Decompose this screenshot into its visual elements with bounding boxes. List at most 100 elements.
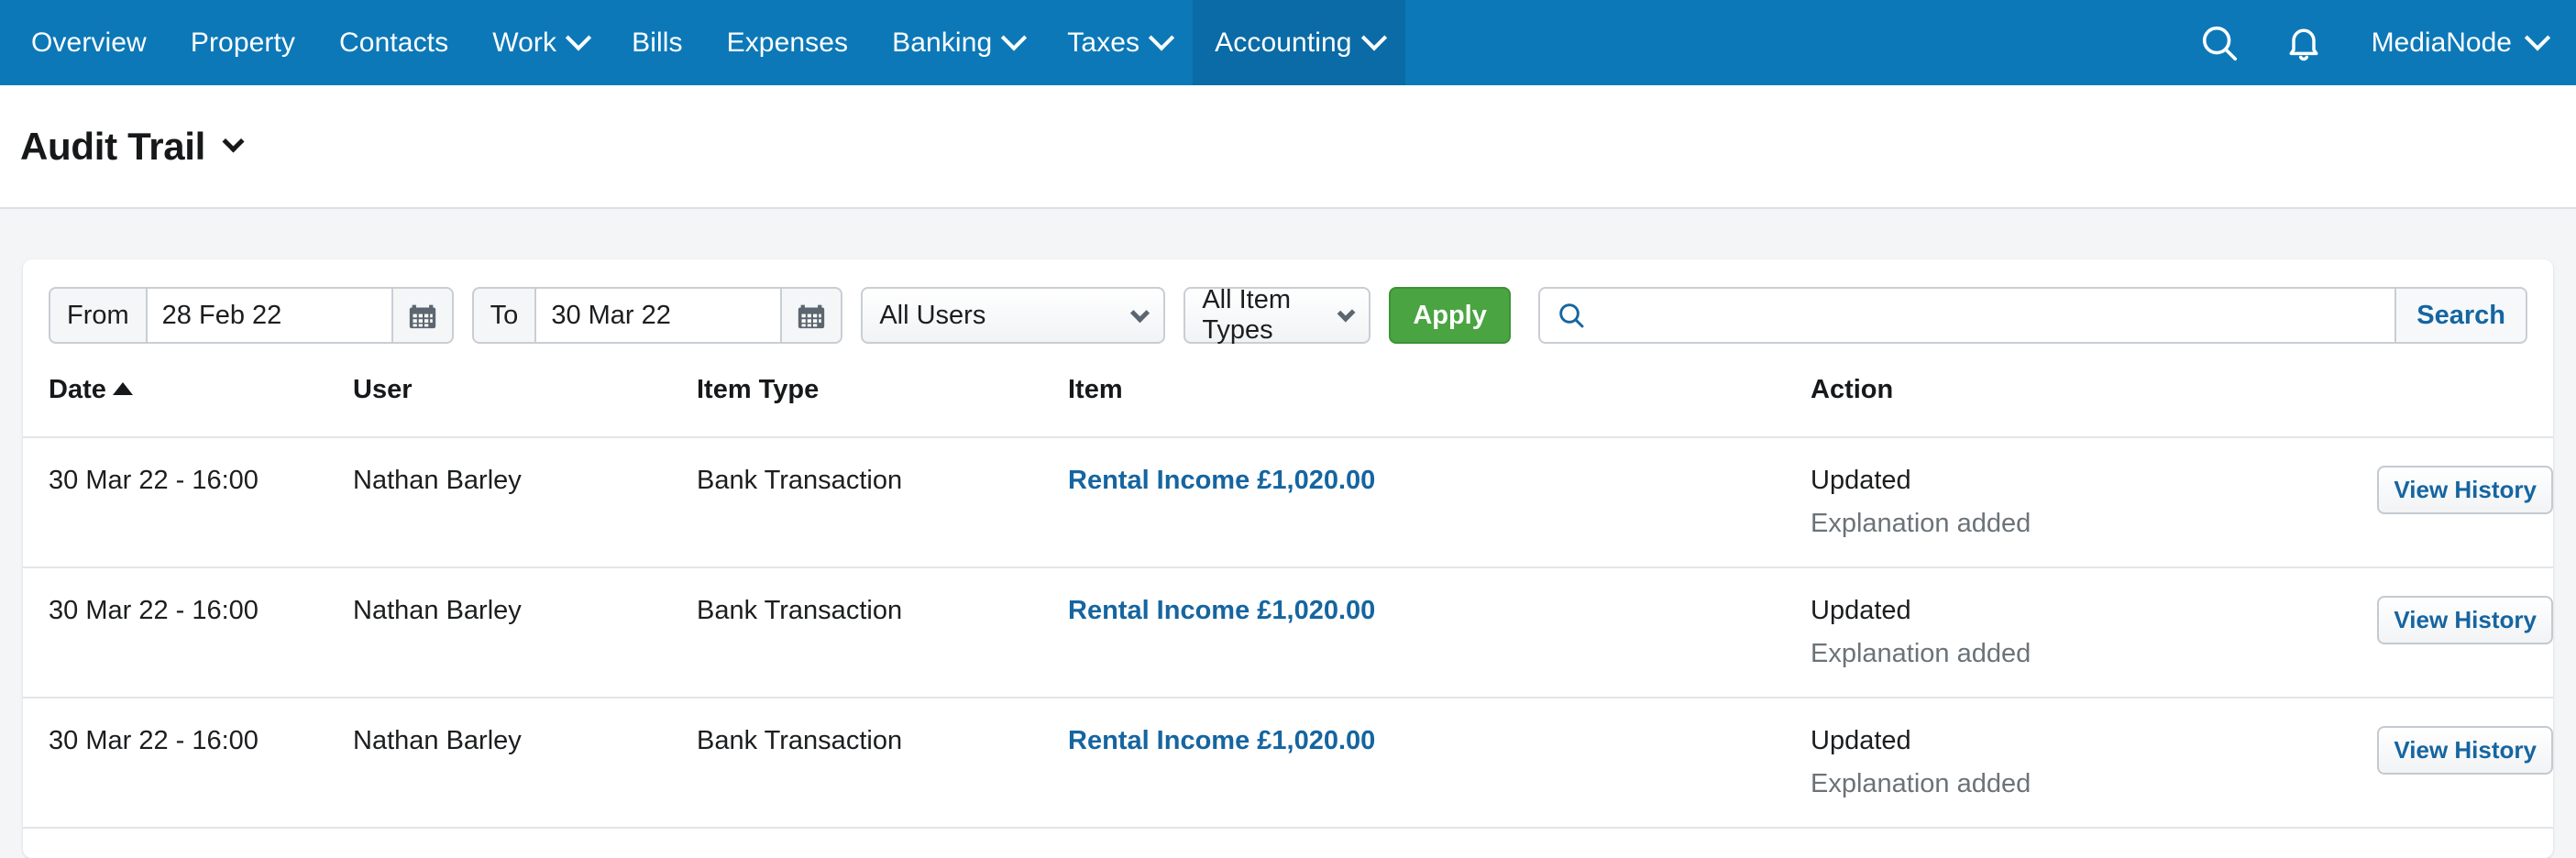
- to-date-picker-button[interactable]: [782, 287, 843, 344]
- nav-item-label: Bills: [632, 27, 683, 58]
- nav-item-bills[interactable]: Bills: [610, 0, 705, 85]
- column-header-action[interactable]: Action: [1811, 364, 2356, 438]
- page-body: From 28 Feb 22 To 30 Mar 22 All Users Al…: [0, 209, 2576, 858]
- table-row: 30 Mar 22 - 16:00 Nathan Barley Bank Trans…: [23, 567, 2553, 698]
- to-label: To: [471, 287, 535, 344]
- chevron-down-icon: [2524, 24, 2551, 50]
- table-header: Date User Item Type Item Action: [23, 364, 2553, 438]
- column-header-item[interactable]: Item: [1068, 364, 1811, 438]
- cell-actions: View History: [2356, 698, 2553, 829]
- calendar-icon: [409, 304, 435, 329]
- page-title-chevron-down-icon[interactable]: [222, 130, 245, 153]
- date-value: 30 Mar 22 - 16:00: [49, 596, 259, 625]
- action-detail: Explanation added: [1811, 509, 2031, 538]
- to-date-group: To: [471, 287, 843, 344]
- nav-item-taxes[interactable]: Taxes: [1045, 0, 1193, 85]
- nav-item-expenses[interactable]: Expenses: [705, 0, 871, 85]
- date-value: 30 Mar 22 - 16:00: [49, 466, 259, 495]
- nav-item-banking[interactable]: Banking: [870, 0, 1045, 85]
- cell-action: Updated Explanation added: [1811, 567, 2356, 698]
- nav-items: Overview Property Contacts Work Bills Expense…: [0, 0, 1405, 85]
- nav-item-label: Banking: [892, 27, 993, 58]
- from-date-picker-button[interactable]: [392, 287, 454, 344]
- column-header-item-type[interactable]: Item Type: [697, 364, 1068, 438]
- user-filter-select[interactable]: All Users: [861, 287, 1166, 344]
- nav-item-label: Taxes: [1067, 27, 1140, 58]
- item-link[interactable]: Rental Income £1,020.00: [1068, 596, 1375, 625]
- table-row: 30 Mar 22 - 16:00 Nathan Barley Bank Trans…: [23, 698, 2553, 829]
- item-type-value: Bank Transaction: [697, 726, 903, 755]
- nav-item-contacts[interactable]: Contacts: [317, 0, 470, 85]
- cell-action: Updated Explanation added: [1811, 698, 2356, 829]
- nav-item-property[interactable]: Property: [169, 0, 317, 85]
- chevron-down-icon: [565, 24, 592, 50]
- audit-trail-card: From 28 Feb 22 To 30 Mar 22 All Users Al…: [23, 259, 2553, 858]
- user-value: Nathan Barley: [353, 596, 522, 625]
- notifications-button[interactable]: [2262, 0, 2346, 85]
- view-history-button[interactable]: View History: [2377, 596, 2553, 644]
- audit-trail-table: Date User Item Type Item Action 30 Mar 22 - …: [23, 364, 2553, 829]
- user-value: Nathan Barley: [353, 466, 522, 495]
- action-detail: Explanation added: [1811, 639, 2031, 668]
- from-date-group: From: [49, 287, 454, 344]
- column-header-label: Item Type: [697, 375, 820, 404]
- action-value: Updated: [1811, 466, 1911, 495]
- nav-item-label: Contacts: [339, 27, 449, 58]
- search-icon: [1559, 303, 1584, 328]
- from-date-input[interactable]: [145, 287, 393, 344]
- item-type-value: Bank Transaction: [697, 596, 903, 625]
- chevron-down-icon: [1130, 302, 1150, 323]
- search-button[interactable]: Search: [2396, 287, 2527, 344]
- sort-ascending-icon: [112, 382, 133, 395]
- chevron-down-icon: [1360, 24, 1387, 50]
- cell-action: Updated Explanation added: [1811, 437, 2356, 568]
- account-name: MediaNode: [2371, 27, 2512, 58]
- table-header-row: Date User Item Type Item Action: [23, 364, 2553, 438]
- search-input[interactable]: [1585, 300, 2395, 331]
- user-filter-value: All Users: [879, 300, 986, 330]
- column-header-label: Date: [49, 375, 106, 404]
- column-header-label: Action: [1811, 375, 1894, 404]
- view-history-button[interactable]: View History: [2377, 466, 2553, 514]
- chevron-down-icon: [1001, 24, 1028, 50]
- cell-item-type: Bank Transaction: [697, 567, 1068, 698]
- item-type-filter-value: All Item Types: [1202, 285, 1291, 345]
- cell-item: Rental Income £1,020.00: [1068, 567, 1811, 698]
- item-type-filter-select[interactable]: All Item Types: [1183, 285, 1371, 345]
- date-value: 30 Mar 22 - 16:00: [49, 726, 259, 755]
- item-link[interactable]: Rental Income £1,020.00: [1068, 466, 1375, 495]
- cell-item: Rental Income £1,020.00: [1068, 698, 1811, 829]
- nav-item-work[interactable]: Work: [470, 0, 610, 85]
- cell-item-type: Bank Transaction: [697, 698, 1068, 829]
- global-search-button[interactable]: [2177, 0, 2262, 85]
- item-link[interactable]: Rental Income £1,020.00: [1068, 726, 1375, 755]
- account-menu[interactable]: MediaNode: [2346, 24, 2556, 59]
- nav-utilities: MediaNode: [2177, 0, 2576, 85]
- action-value: Updated: [1811, 596, 1911, 625]
- cell-item-type: Bank Transaction: [697, 437, 1068, 568]
- action-detail: Explanation added: [1811, 769, 2031, 798]
- chevron-down-icon: [1149, 24, 1175, 50]
- from-label: From: [49, 287, 146, 344]
- nav-item-overview[interactable]: Overview: [9, 0, 169, 85]
- filter-bar: From 28 Feb 22 To 30 Mar 22 All Users Al…: [23, 259, 2553, 364]
- table-row: 30 Mar 22 - 16:00 Nathan Barley Bank Trans…: [23, 437, 2553, 568]
- column-header-date[interactable]: Date: [23, 364, 353, 438]
- search-group: Search: [1537, 287, 2527, 344]
- item-type-value: Bank Transaction: [697, 466, 903, 495]
- apply-button[interactable]: Apply: [1389, 287, 1511, 344]
- column-header-actions: [2356, 364, 2553, 438]
- column-header-user[interactable]: User: [353, 364, 697, 438]
- nav-item-label: Expenses: [726, 27, 849, 58]
- view-history-button[interactable]: View History: [2377, 726, 2553, 775]
- to-date-input[interactable]: [534, 287, 783, 344]
- user-value: Nathan Barley: [353, 726, 522, 755]
- column-header-label: User: [353, 375, 413, 404]
- table-body: 30 Mar 22 - 16:00 Nathan Barley Bank Trans…: [23, 437, 2553, 829]
- cell-user: Nathan Barley: [353, 567, 697, 698]
- search-field[interactable]: [1537, 287, 2397, 344]
- calendar-icon: [798, 304, 825, 329]
- nav-item-accounting[interactable]: Accounting: [1193, 0, 1405, 85]
- cell-actions: View History: [2356, 567, 2553, 698]
- cell-user: Nathan Barley: [353, 437, 697, 568]
